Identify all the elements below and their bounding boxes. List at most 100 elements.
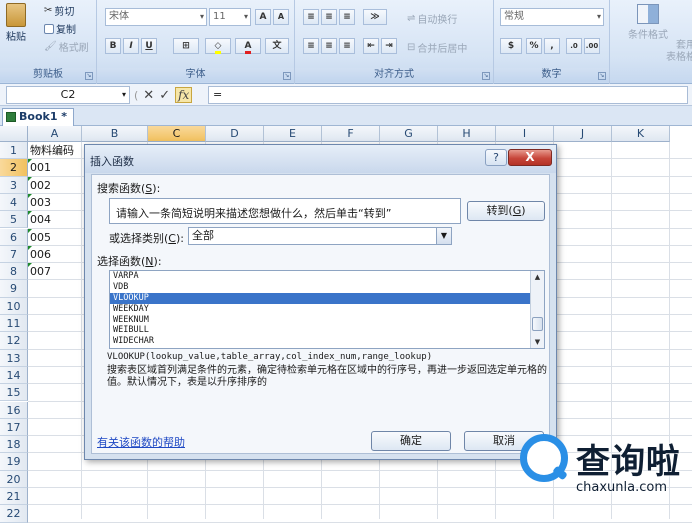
bold-button[interactable]: B (105, 38, 121, 54)
help-button[interactable]: ? (485, 149, 507, 166)
scroll-up-icon[interactable]: ▲ (531, 271, 544, 283)
percent-button[interactable]: % (526, 38, 542, 54)
increase-decimal-button[interactable]: .0 (566, 38, 582, 54)
fill-color-button[interactable]: ◇ (205, 38, 231, 54)
column-header-e[interactable]: E (264, 126, 322, 142)
column-header-a[interactable]: A (28, 126, 82, 142)
goto-button[interactable]: 转到(G) (467, 201, 545, 221)
row-header-17[interactable]: 17 (0, 418, 28, 437)
column-header-h[interactable]: H (438, 126, 496, 142)
underline-button[interactable]: U (141, 38, 157, 54)
row-header-1[interactable]: 1 (0, 142, 28, 160)
column-header-g[interactable]: G (380, 126, 438, 142)
align-middle-button[interactable]: ≡ (321, 9, 337, 25)
align-top-button[interactable]: ≡ (303, 9, 319, 25)
row-header-19[interactable]: 19 (0, 453, 28, 471)
cell-a2[interactable]: 001 (28, 159, 82, 176)
formula-input[interactable]: = (208, 86, 688, 104)
row-header-10[interactable]: 10 (0, 297, 28, 315)
currency-button[interactable]: $ (500, 38, 522, 54)
number-format-combo[interactable]: 常规 ▾ (500, 8, 604, 26)
column-header-b[interactable]: B (82, 126, 148, 142)
row-header-21[interactable]: 21 (0, 488, 28, 506)
column-header-j[interactable]: J (554, 126, 612, 142)
clipboard-launcher-icon[interactable]: ↘ (85, 72, 93, 80)
cut-button[interactable]: ✂ 剪切 (44, 3, 74, 18)
function-item-vdb[interactable]: VDB (110, 282, 544, 293)
function-item-vlookup[interactable]: VLOOKUP (110, 292, 530, 304)
increase-indent-button[interactable]: ⇥ (381, 38, 397, 54)
borders-button[interactable]: ⊞ (173, 38, 199, 54)
paste-button[interactable]: 粘贴 (6, 3, 26, 43)
scroll-thumb[interactable] (532, 317, 543, 331)
number-launcher-icon[interactable]: ↘ (598, 72, 606, 80)
scroll-down-icon[interactable]: ▼ (531, 336, 544, 348)
cell-a5[interactable]: 004 (28, 211, 82, 228)
function-list-scrollbar[interactable]: ▲ ▼ (530, 271, 544, 348)
row-header-15[interactable]: 15 (0, 384, 28, 402)
row-header-13[interactable]: 13 (0, 349, 28, 367)
row-header-9[interactable]: 9 (0, 280, 28, 298)
row-header-7[interactable]: 7 (0, 245, 28, 264)
align-bottom-button[interactable]: ≡ (339, 9, 355, 25)
copy-button[interactable]: 复制 (44, 21, 76, 36)
font-launcher-icon[interactable]: ↘ (283, 72, 291, 80)
row-header-22[interactable]: 22 (0, 505, 28, 523)
align-right-button[interactable]: ≡ (339, 38, 355, 54)
row-header-14[interactable]: 14 (0, 366, 28, 385)
cell-a3[interactable]: 002 (28, 176, 82, 194)
column-header-k[interactable]: K (612, 126, 670, 142)
function-list[interactable]: VARPA VDB VLOOKUP WEEKDAY WEEKNUM WEIBULL WIDE… (109, 270, 545, 349)
column-header-c[interactable]: C (148, 126, 206, 142)
function-item-varpa[interactable]: VARPA (110, 271, 544, 282)
phonetic-button[interactable]: 文 (265, 38, 289, 54)
italic-button[interactable]: I (123, 38, 139, 54)
row-header-8[interactable]: 8 (0, 263, 28, 281)
function-item-weibull[interactable]: WEIBULL (110, 325, 544, 336)
row-header-12[interactable]: 12 (0, 332, 28, 350)
alignment-launcher-icon[interactable]: ↘ (482, 72, 490, 80)
align-left-button[interactable]: ≡ (303, 38, 319, 54)
shrink-font-button[interactable]: A (273, 9, 289, 25)
align-center-button[interactable]: ≡ (321, 38, 337, 54)
comma-button[interactable]: , (544, 38, 560, 54)
cell-a4[interactable]: 003 (28, 193, 82, 211)
dialog-titlebar[interactable]: 插入函数 ? X (85, 145, 556, 173)
row-header-2[interactable]: 2 (0, 159, 28, 177)
ok-button[interactable]: 确定 (371, 431, 451, 451)
row-header-11[interactable]: 11 (0, 315, 28, 333)
decrease-decimal-button[interactable]: .00 (584, 38, 600, 54)
cell-a7[interactable]: 006 (28, 245, 82, 263)
close-button[interactable]: X (508, 149, 552, 166)
font-size-combo[interactable]: 11 ▾ (209, 8, 251, 26)
cell-a6[interactable]: 005 (28, 228, 82, 246)
column-header-d[interactable]: D (206, 126, 264, 142)
cell-a8[interactable]: 007 (28, 263, 82, 280)
row-header-5[interactable]: 5 (0, 211, 28, 229)
font-color-button[interactable]: A (235, 38, 261, 54)
function-item-widechar[interactable]: WIDECHAR (110, 336, 544, 347)
category-select[interactable]: 全部 ▼ (188, 227, 452, 245)
cell-a1[interactable]: 物料编码 (28, 142, 92, 159)
cancel-icon[interactable]: ✕ (143, 88, 154, 103)
insert-function-icon[interactable]: fx (175, 87, 193, 103)
conditional-format-button[interactable]: 条件格式 (628, 4, 668, 41)
function-item-weeknum[interactable]: WEEKNUM (110, 315, 544, 326)
function-item-weekday[interactable]: WEEKDAY (110, 304, 544, 315)
name-box[interactable]: C2 ▾ (6, 86, 130, 104)
function-help-link[interactable]: 有关该函数的帮助 (97, 434, 185, 450)
row-header-4[interactable]: 4 (0, 193, 28, 212)
row-header-18[interactable]: 18 (0, 436, 28, 454)
select-all-corner[interactable] (0, 126, 28, 142)
merge-center-button[interactable]: ⊟ 合并后居中 (407, 40, 467, 55)
wrap-text-button[interactable]: ⇌ 自动换行 (407, 11, 457, 26)
search-function-input[interactable]: 请输入一条简短说明来描述您想做什么，然后单击“转到” (109, 198, 461, 224)
row-header-3[interactable]: 3 (0, 176, 28, 194)
font-name-combo[interactable]: 宋体 ▾ (105, 8, 207, 26)
grow-font-button[interactable]: A (255, 9, 271, 25)
decrease-indent-button[interactable]: ⇤ (363, 38, 379, 54)
chevron-down-icon[interactable]: ▼ (436, 228, 451, 244)
row-header-16[interactable]: 16 (0, 401, 28, 419)
orientation-button[interactable]: ≫ (363, 9, 387, 25)
column-header-i[interactable]: I (496, 126, 554, 142)
